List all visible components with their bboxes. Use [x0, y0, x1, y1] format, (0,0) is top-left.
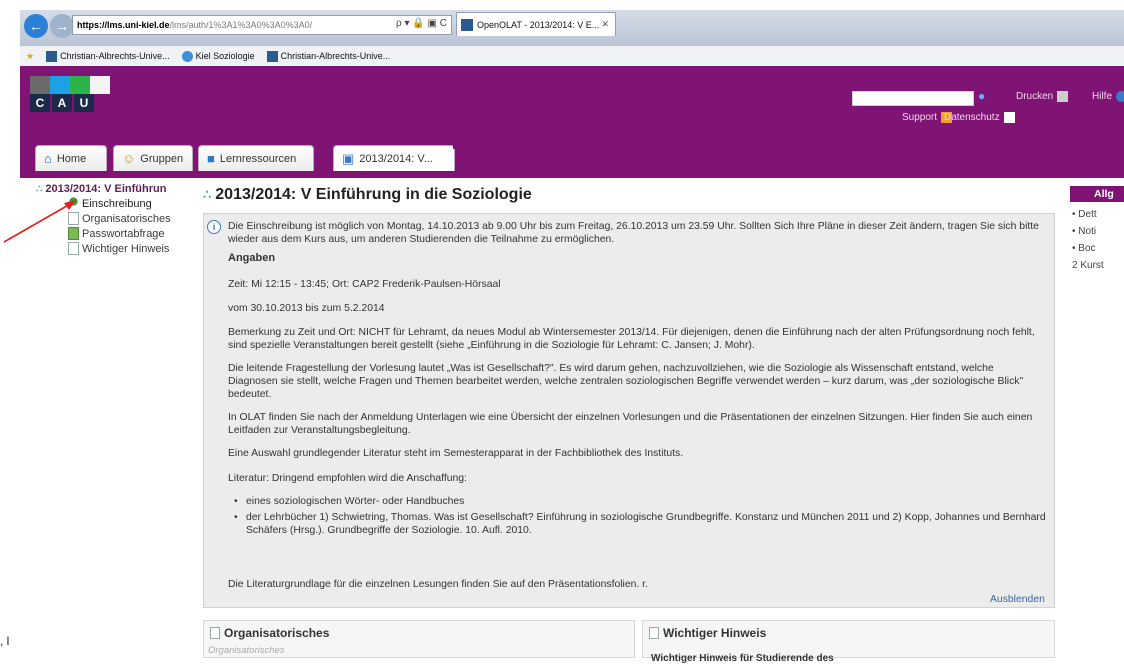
- bookmarks-bar: ★ Christian-Albrechts-Unive... Kiel Sozi…: [20, 46, 1124, 67]
- panel-title[interactable]: Wichtiger Hinweis: [663, 626, 766, 640]
- tree-root-label: 2013/2014: V Einführun: [45, 183, 167, 195]
- panel-subtitle: Wichtiger Hinweis für Studierende des: [651, 653, 834, 664]
- url-host: https://lms.uni-kiel.de: [77, 20, 170, 30]
- tree-root[interactable]: ∴ 2013/2014: V Einführun: [36, 183, 192, 195]
- tab-home[interactable]: ⌂ Home: [35, 145, 107, 171]
- address-bar[interactable]: https://lms.uni-kiel.de/lms/auth/1%3A1%3…: [72, 15, 452, 35]
- help-icon: [1116, 91, 1124, 102]
- tree-item-einschreibung[interactable]: Einschreibung: [68, 197, 192, 210]
- home-icon: ⌂: [44, 151, 52, 166]
- document-icon: [210, 627, 220, 639]
- course-tree: ∴ 2013/2014: V Einführun Einschreibung O…: [36, 183, 192, 255]
- privacy-link[interactable]: Datenschutz: [944, 112, 1015, 123]
- panel-organisatorisches[interactable]: Organisatorisches Organisatorisches: [203, 620, 635, 658]
- info-icon: i: [207, 220, 221, 234]
- list-item: der Lehrbücher 1) Schwietring, Thomas. W…: [232, 511, 1046, 537]
- bookmark-2[interactable]: Kiel Soziologie: [181, 50, 255, 62]
- hide-link[interactable]: Ausblenden: [990, 594, 1045, 605]
- course-node-icon: ∴: [36, 183, 43, 195]
- tree-item-passwortabfrage[interactable]: Passwortabfrage: [68, 227, 192, 240]
- right-course-count: 2 Kurst: [1072, 260, 1104, 271]
- back-icon[interactable]: ←: [24, 14, 48, 38]
- course-node-icon: ∴: [203, 187, 212, 202]
- logo-letter-a: A: [52, 94, 72, 112]
- document-icon: [649, 627, 659, 639]
- cau-icon: [46, 50, 58, 62]
- checked-document-icon: [68, 227, 79, 240]
- literature-basis-text: Die Literaturgrundlage für die einzelnen…: [228, 579, 648, 590]
- literature-list: eines soziologischen Wörter- oder Handbu…: [232, 495, 1046, 540]
- panel-subtitle: Organisatorisches: [208, 645, 285, 656]
- right-list-item[interactable]: • Boc: [1072, 243, 1124, 254]
- logo-color-blocks: [30, 76, 110, 94]
- search-input[interactable]: [852, 91, 974, 106]
- favorites-star-icon[interactable]: ★: [26, 51, 34, 62]
- tab-groups[interactable]: ☺ Gruppen: [113, 145, 193, 171]
- angaben-heading: Angaben: [228, 252, 276, 264]
- print-link[interactable]: Drucken: [1016, 91, 1069, 102]
- cau-icon: [266, 50, 278, 62]
- favicon-icon: [461, 19, 473, 31]
- tree-item-wichtiger-hinweis[interactable]: Wichtiger Hinweis: [68, 242, 192, 255]
- enrollment-icon: [68, 197, 79, 210]
- panel-wichtiger-hinweis[interactable]: Wichtiger Hinweis Wichtiger Hinweis für …: [642, 620, 1055, 664]
- margin-mark: , l: [0, 634, 10, 648]
- enrollment-info-text: Die Einschreibung ist möglich von Montag…: [228, 221, 1039, 245]
- lecture-question-text: Die leitende Fragestellung der Vorlesung…: [228, 363, 1024, 400]
- list-item: eines soziologischen Wörter- oder Handbu…: [232, 495, 1046, 508]
- logo-letter-c: C: [30, 94, 50, 112]
- right-list-item[interactable]: • Noti: [1072, 226, 1124, 237]
- close-tab-marker-icon[interactable]: [453, 144, 458, 149]
- olat-info-text: In OLAT finden Sie nach der Anmeldung Un…: [228, 412, 1033, 436]
- date-range-text: vom 30.10.2013 bis zum 5.2.2014: [228, 303, 385, 314]
- course-icon: ▣: [342, 150, 355, 166]
- browser-tab[interactable]: OpenOLAT - 2013/2014: V E... ✕: [456, 12, 616, 36]
- document-icon: [68, 242, 79, 255]
- tab-learning-resources[interactable]: ■ Lernressourcen: [198, 145, 314, 171]
- url-path: /lms/auth/1%3A1%3A0%3A0%3A0/: [169, 20, 313, 30]
- literature-selection-text: Eine Auswahl grundlegender Literatur ste…: [228, 448, 684, 459]
- search-icon[interactable]: ●: [978, 89, 985, 103]
- ie-icon: [181, 50, 193, 62]
- help-link[interactable]: Hilfe: [1092, 91, 1124, 102]
- time-place-text: Zeit: Mi 12:15 - 13:45; Ort: CAP2 Freder…: [228, 279, 501, 290]
- right-panel-heading: Allg: [1070, 186, 1124, 202]
- group-icon: ☺: [122, 151, 136, 166]
- document-icon: [68, 212, 79, 225]
- document-icon: [1003, 112, 1015, 123]
- tree-item-organisatorisches[interactable]: Organisatorisches: [68, 212, 192, 225]
- close-tab-icon[interactable]: ✕: [601, 19, 609, 30]
- printer-icon: [1057, 91, 1069, 102]
- remark-text: Bemerkung zu Zeit und Ort: NICHT für Leh…: [228, 327, 1035, 351]
- browser-tab-title: OpenOLAT - 2013/2014: V E...: [477, 19, 600, 30]
- address-tools[interactable]: ρ ▾ 🔒 ▣ C: [396, 18, 447, 29]
- panel-title[interactable]: Organisatorisches: [224, 626, 329, 640]
- right-list-item[interactable]: • Dett: [1072, 209, 1124, 220]
- bookmark-3[interactable]: Christian-Albrechts-Unive...: [266, 50, 390, 62]
- bookmark-1[interactable]: Christian-Albrechts-Unive...: [46, 50, 170, 62]
- page-title: ∴ 2013/2014: V Einführung in die Soziolog…: [203, 186, 532, 203]
- logo-letter-u: U: [74, 94, 94, 112]
- book-icon: ■: [207, 151, 215, 166]
- forward-icon[interactable]: →: [50, 14, 74, 38]
- tab-course[interactable]: ▣ 2013/2014: V...: [333, 144, 458, 171]
- literature-heading-text: Literatur: Dringend empfohlen wird die A…: [228, 473, 467, 484]
